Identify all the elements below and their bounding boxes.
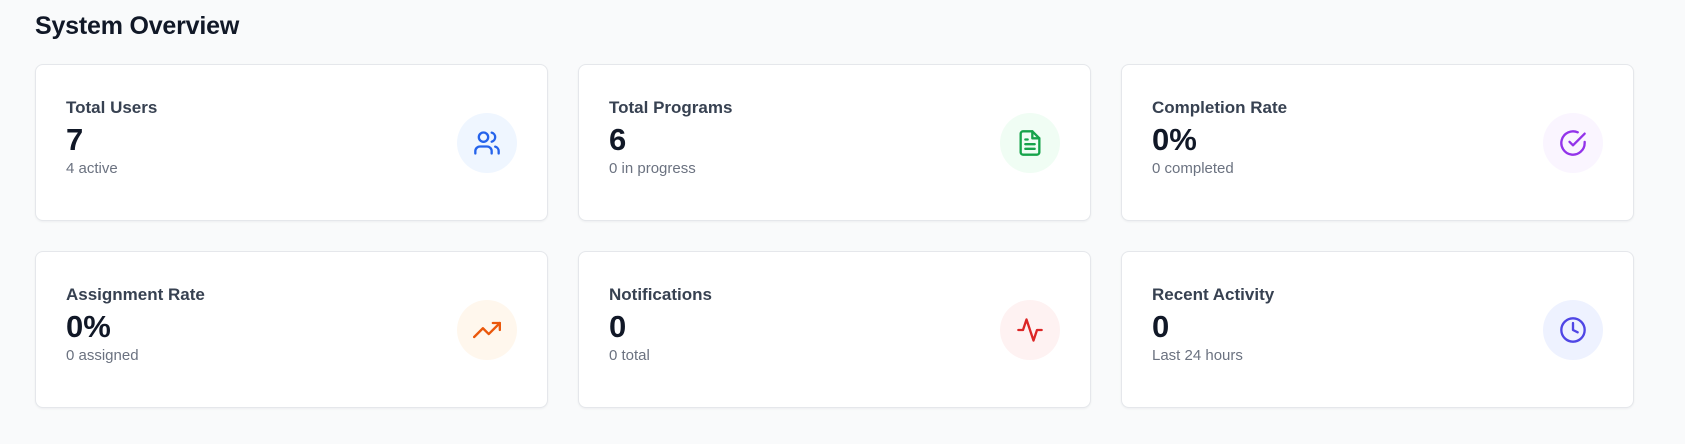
stats-grid: Total Users 7 4 active Total Programs 6 … bbox=[35, 64, 1635, 408]
icon-badge bbox=[1543, 113, 1603, 173]
card-title: Recent Activity bbox=[1152, 285, 1275, 304]
card-title: Assignment Rate bbox=[66, 285, 205, 304]
card-subtitle: 4 active bbox=[66, 160, 118, 177]
icon-badge bbox=[1543, 300, 1603, 360]
section-title: System Overview bbox=[35, 12, 240, 40]
card-title: Notifications bbox=[609, 285, 712, 304]
stat-card-assignment-rate: Assignment Rate 0% 0 assigned bbox=[35, 251, 548, 408]
card-value: 0 bbox=[1152, 309, 1170, 344]
card-value: 0% bbox=[66, 309, 111, 344]
card-subtitle: 0 completed bbox=[1152, 160, 1234, 177]
card-text: Completion Rate 0% 0 completed bbox=[1152, 98, 1287, 178]
card-title: Total Programs bbox=[609, 98, 733, 117]
activity-icon bbox=[1017, 318, 1043, 342]
card-subtitle: Last 24 hours bbox=[1152, 347, 1243, 364]
card-text: Notifications 0 0 total bbox=[609, 285, 712, 365]
stat-card-recent-activity: Recent Activity 0 Last 24 hours bbox=[1121, 251, 1634, 408]
users-icon bbox=[474, 131, 500, 155]
clock-icon bbox=[1560, 317, 1586, 343]
stat-card-completion-rate: Completion Rate 0% 0 completed bbox=[1121, 64, 1634, 221]
stat-card-total-users: Total Users 7 4 active bbox=[35, 64, 548, 221]
card-value: 0 bbox=[609, 309, 627, 344]
card-text: Total Users 7 4 active bbox=[66, 98, 157, 178]
card-text: Total Programs 6 0 in progress bbox=[609, 98, 732, 178]
card-text: Assignment Rate 0% 0 assigned bbox=[66, 285, 205, 365]
icon-badge bbox=[457, 113, 517, 173]
document-icon bbox=[1019, 130, 1041, 156]
stat-card-total-programs: Total Programs 6 0 in progress bbox=[578, 64, 1091, 221]
trending-up-icon bbox=[473, 321, 501, 339]
card-subtitle: 0 assigned bbox=[66, 347, 139, 364]
card-subtitle: 0 total bbox=[609, 347, 650, 364]
card-value: 6 bbox=[609, 122, 627, 157]
card-value: 7 bbox=[66, 122, 84, 157]
card-value: 0% bbox=[1152, 122, 1197, 157]
card-subtitle: 0 in progress bbox=[609, 160, 696, 177]
card-title: Total Users bbox=[66, 98, 158, 117]
card-text: Recent Activity 0 Last 24 hours bbox=[1152, 285, 1274, 365]
stat-card-notifications: Notifications 0 0 total bbox=[578, 251, 1091, 408]
card-title: Completion Rate bbox=[1152, 98, 1288, 117]
icon-badge bbox=[457, 300, 517, 360]
icon-badge bbox=[1000, 300, 1060, 360]
check-circle-icon bbox=[1560, 130, 1586, 156]
icon-badge bbox=[1000, 113, 1060, 173]
